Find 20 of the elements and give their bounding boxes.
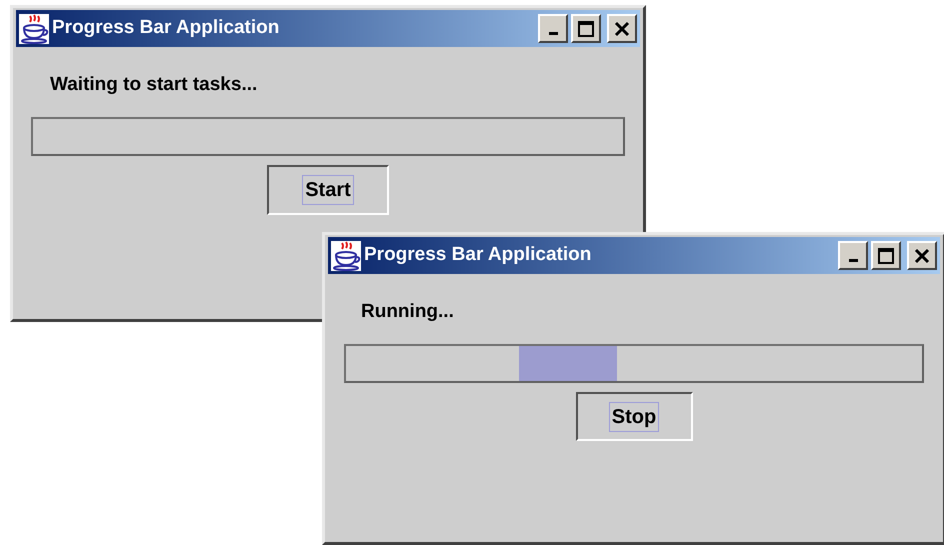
minimize-icon bbox=[548, 32, 558, 34]
coffee-cup-icon bbox=[331, 240, 361, 270]
maximize-icon bbox=[578, 20, 594, 36]
window-title: Progress Bar Application bbox=[52, 16, 280, 40]
status-label: Running... bbox=[361, 301, 454, 322]
close-icon bbox=[914, 248, 930, 264]
close-button[interactable] bbox=[907, 241, 937, 270]
minimize-button[interactable] bbox=[538, 14, 568, 43]
close-button[interactable] bbox=[607, 14, 637, 43]
maximize-button[interactable] bbox=[871, 241, 901, 270]
maximize-button[interactable] bbox=[571, 14, 601, 43]
minimize-button[interactable] bbox=[838, 241, 868, 270]
coffee-cup-icon bbox=[19, 14, 49, 44]
close-icon bbox=[614, 20, 630, 36]
status-label: Waiting to start tasks... bbox=[50, 74, 258, 95]
action-button[interactable]: Start bbox=[267, 165, 389, 215]
window-title: Progress Bar Application bbox=[364, 243, 592, 268]
maximize-icon bbox=[878, 248, 894, 264]
action-button[interactable]: Stop bbox=[576, 392, 692, 441]
minimize-icon bbox=[848, 258, 858, 262]
